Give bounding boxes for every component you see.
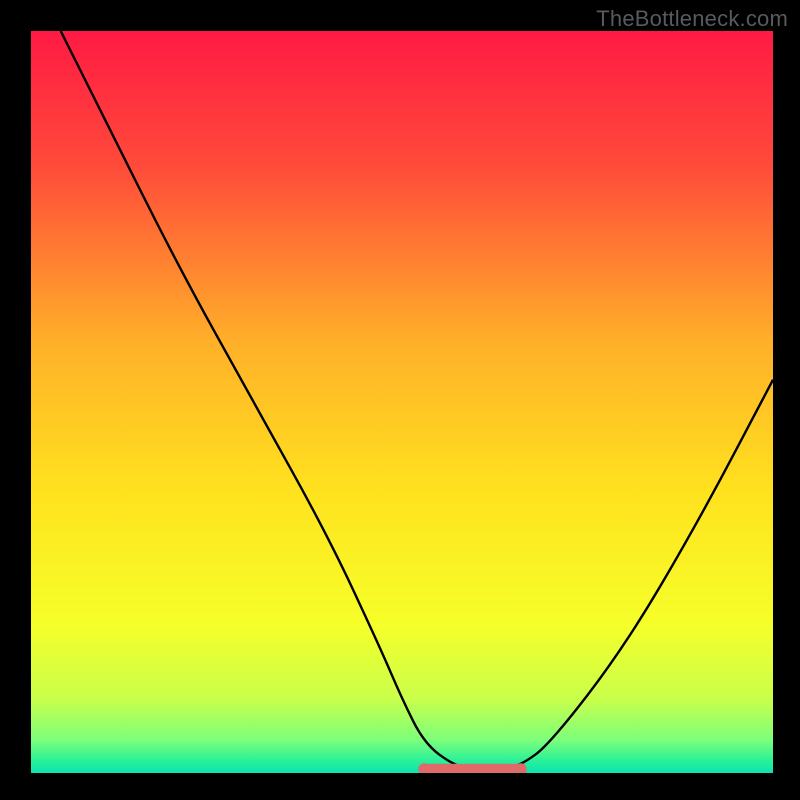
- chart-stage: TheBottleneck.com: [0, 0, 800, 800]
- optimal-range-end: [515, 763, 527, 775]
- bottleneck-chart: [0, 0, 800, 800]
- attribution-label: TheBottleneck.com: [596, 6, 788, 32]
- optimal-range-start: [418, 763, 430, 775]
- gradient-background: [31, 31, 773, 773]
